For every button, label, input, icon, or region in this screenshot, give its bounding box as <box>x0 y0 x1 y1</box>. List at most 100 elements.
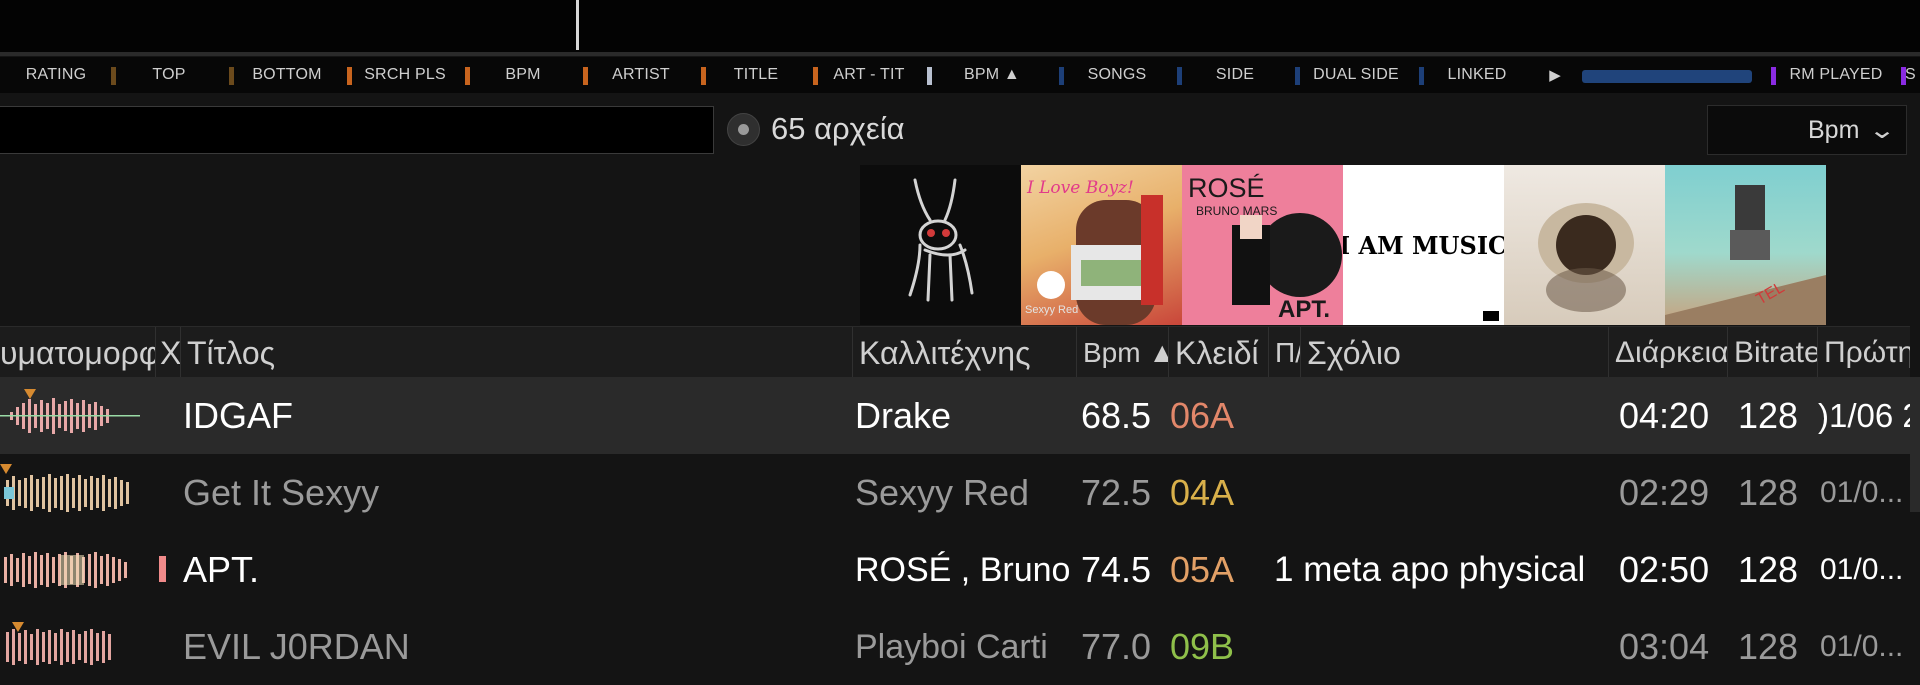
track-artist: Drake <box>855 395 952 436</box>
track-comment <box>1274 377 1604 454</box>
column-duration[interactable]: Διάρκεια <box>1609 327 1728 377</box>
track-key: 06A <box>1170 395 1235 436</box>
tab-bottom[interactable]: BOTTOM <box>225 57 341 93</box>
tab-color-marker <box>813 67 818 85</box>
track-first-played: )1/06 23 <box>1818 397 1910 434</box>
track-table-header: υματομορφή X Τίτλος Καλλιτέχνης Bpm ▲ Κλ… <box>0 326 1910 378</box>
tab-color-marker <box>1295 67 1300 85</box>
table-row[interactable]: EVIL J0RDAN Playboi Carti 77.0 09B 03:04… <box>0 608 1910 685</box>
tab-side[interactable]: SIDE <box>1173 57 1289 93</box>
tab-color-marker <box>1901 67 1906 85</box>
album-art-caption: BRUNO MARS <box>1196 204 1277 218</box>
track-bpm: 74.5 <box>1081 549 1152 590</box>
track-duration: 02:29 <box>1619 472 1710 513</box>
track-artist: Playboi Carti <box>855 628 1048 666</box>
track-bpm: 77.0 <box>1081 626 1152 667</box>
tab-top[interactable]: TOP <box>107 57 223 93</box>
track-title: Get It Sexyy <box>183 472 380 513</box>
track-duration: 02:50 <box>1619 549 1710 590</box>
track-duration: 03:04 <box>1619 626 1710 667</box>
album-art-pearl[interactable] <box>1504 165 1665 325</box>
track-comment <box>1274 608 1604 685</box>
file-count: 65 αρχεία <box>771 111 905 146</box>
color-tag <box>159 556 166 582</box>
album-art-apt[interactable]: ROSÉ BRUNO MARS APT. <box>1182 165 1343 325</box>
track-comment <box>1274 454 1604 531</box>
track-first-played: 01/0... <box>1820 553 1904 586</box>
track-bpm: 68.5 <box>1081 395 1152 436</box>
table-row[interactable]: Get It Sexyy Sexyy Red 72.5 04A 02:29 12… <box>0 454 1910 531</box>
tab-scroll-bar[interactable] <box>1582 70 1752 83</box>
track-title: IDGAF <box>183 395 294 436</box>
table-row[interactable]: APT. ROSÉ , Bruno... 74.5 05A 1 meta apo… <box>0 531 1910 608</box>
album-art-caption: ROSÉ <box>1188 173 1265 203</box>
tab-rating[interactable]: RATING <box>0 57 104 93</box>
track-title: APT. <box>183 549 260 590</box>
tab-color-marker <box>1059 67 1064 85</box>
cue-marker-icon <box>24 389 36 399</box>
tab-songs[interactable]: SONGS <box>1055 57 1171 93</box>
track-first-played: 01/0... <box>1820 476 1904 509</box>
column-p[interactable]: Π/ <box>1269 327 1301 377</box>
sort-select[interactable]: Bpm ⌄ <box>1707 105 1907 155</box>
tab-color-marker <box>701 67 706 85</box>
tab-bpm-asc[interactable]: BPM ▲ <box>923 57 1053 93</box>
tab-s[interactable]: S <box>1897 57 1920 93</box>
column-x[interactable]: X <box>156 327 181 377</box>
album-art-drake[interactable] <box>860 165 1021 325</box>
cue-marker-icon <box>12 622 24 632</box>
track-bitrate: 128 <box>1738 626 1799 667</box>
tab-color-marker <box>927 67 932 85</box>
waveform-overview[interactable] <box>0 0 1920 52</box>
tab-color-marker <box>1177 67 1182 85</box>
album-art-i-am-music[interactable]: I AM MUSIC <box>1343 165 1504 325</box>
column-first-played[interactable]: Πρώτη ε <box>1818 327 1910 377</box>
track-key: 04A <box>1170 472 1235 513</box>
column-key[interactable]: Κλειδί <box>1169 327 1269 377</box>
album-art-caption: I Love Boyz! <box>1026 178 1134 198</box>
table-row[interactable]: IDGAF Drake 68.5 06A 04:20 128 )1/06 23 <box>0 377 1910 454</box>
track-artist: ROSÉ , Bruno... <box>855 551 1073 589</box>
track-bpm: 72.5 <box>1081 472 1152 513</box>
tab-bpm[interactable]: BPM <box>461 57 577 93</box>
column-artist[interactable]: Καλλιτέχνης <box>853 327 1077 377</box>
album-art-caption: Sexyy Red <box>1025 304 1078 316</box>
tab-title[interactable]: TITLE <box>697 57 807 93</box>
track-duration: 04:20 <box>1619 395 1710 436</box>
track-comment: 1 meta apo physical <box>1274 550 1586 589</box>
play-icon[interactable]: ▶ <box>1535 57 1575 93</box>
column-title[interactable]: Τίτλος <box>181 327 853 377</box>
tab-color-marker <box>1771 67 1776 85</box>
tab-dual-side[interactable]: DUAL SIDE <box>1291 57 1413 93</box>
playhead[interactable] <box>576 0 579 50</box>
column-bitrate[interactable]: Bitrate <box>1728 327 1818 377</box>
track-first-played: 01/0... <box>1820 630 1904 663</box>
tab-color-marker <box>111 67 116 85</box>
column-comment[interactable]: Σχόλιο <box>1301 327 1609 377</box>
track-bitrate: 128 <box>1738 395 1799 436</box>
artwork-strip: I Love Boyz! Sexyy Red ROSÉ BRUNO MARS A… <box>860 165 1826 325</box>
waveform-thumbnail <box>0 398 140 434</box>
column-bpm[interactable]: Bpm ▲ <box>1077 327 1169 377</box>
search-input[interactable] <box>0 106 714 154</box>
track-key: 09B <box>1170 626 1235 667</box>
track-title: EVIL J0RDAN <box>183 626 410 667</box>
tab-linked[interactable]: LINKED <box>1415 57 1531 93</box>
tab-rm-played[interactable]: RM PLAYED <box>1767 57 1897 93</box>
chevron-down-icon: ⌄ <box>1867 117 1897 144</box>
divider <box>0 52 1920 56</box>
tab-artist[interactable]: ARTIST <box>579 57 695 93</box>
track-bitrate: 128 <box>1738 472 1799 513</box>
waveform-thumbnail <box>6 629 111 665</box>
table-scrollbar[interactable] <box>1910 377 1920 512</box>
track-key: 05A <box>1170 549 1235 590</box>
album-art-skater[interactable]: TEL <box>1665 165 1826 325</box>
tab-srch-pls[interactable]: SRCH PLS <box>343 57 459 93</box>
tab-color-marker <box>583 67 588 85</box>
tab-art-tit[interactable]: ART - TIT <box>809 57 921 93</box>
album-art-caption: APT. <box>1278 296 1330 323</box>
album-art-sexyy-red[interactable]: I Love Boyz! Sexyy Red <box>1021 165 1182 325</box>
album-art-caption: I AM MUSIC <box>1343 231 1504 260</box>
filter-radio-icon[interactable] <box>727 113 760 146</box>
column-waveform[interactable]: υματομορφή <box>0 327 156 377</box>
